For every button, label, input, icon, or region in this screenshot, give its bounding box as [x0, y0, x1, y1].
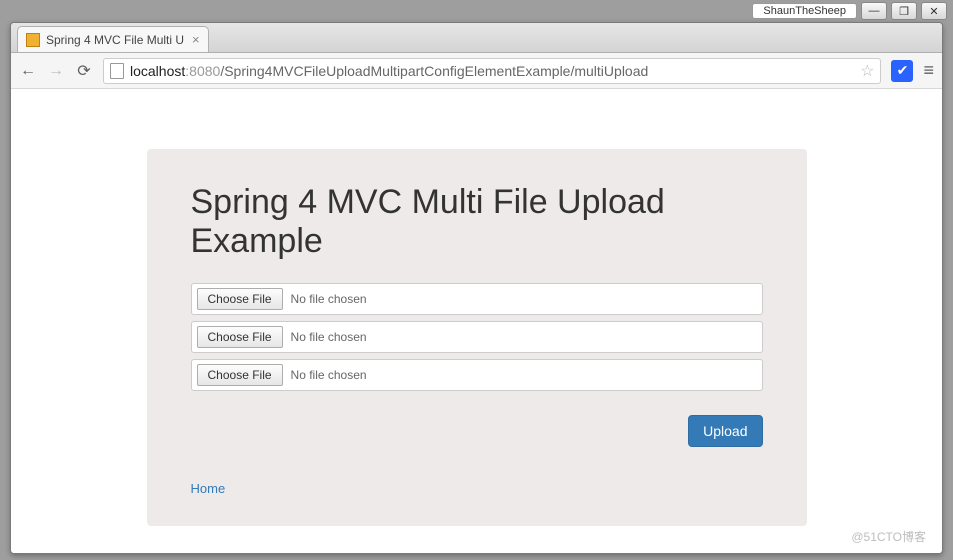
os-app-name: ShaunTheSheep	[752, 3, 857, 19]
viewport: Spring 4 MVC Multi File Upload Example C…	[11, 89, 942, 553]
page-icon	[110, 63, 124, 79]
address-bar[interactable]: localhost:8080/Spring4MVCFileUploadMulti…	[103, 58, 881, 84]
browser-tab[interactable]: Spring 4 MVC File Multi U ×	[17, 26, 209, 52]
bookmark-star-icon[interactable]: ☆	[860, 61, 874, 81]
browser-toolbar: ← → ⟳ localhost:8080/Spring4MVCFileUploa…	[11, 53, 942, 89]
footer-links: Home	[191, 481, 763, 496]
file-input-row: Choose File No file chosen	[191, 359, 763, 391]
upload-button[interactable]: Upload	[688, 415, 762, 447]
url-host: localhost	[130, 63, 185, 79]
os-titlebar: ShaunTheSheep — ❐ ✕	[752, 2, 947, 20]
favicon-icon	[26, 33, 40, 47]
extension-badge[interactable]: ✔	[891, 60, 913, 82]
url-path: /Spring4MVCFileUploadMultipartConfigElem…	[220, 63, 648, 79]
browser-window: Spring 4 MVC File Multi U × ← → ⟳ localh…	[10, 22, 943, 554]
choose-file-button[interactable]: Choose File	[197, 326, 283, 348]
url-port: :8080	[185, 63, 220, 79]
file-status-label: No file chosen	[291, 330, 367, 344]
file-status-label: No file chosen	[291, 292, 367, 306]
forward-button[interactable]: →	[47, 62, 65, 80]
reload-button[interactable]: ⟳	[75, 61, 93, 81]
choose-file-button[interactable]: Choose File	[197, 364, 283, 386]
choose-file-button[interactable]: Choose File	[197, 288, 283, 310]
file-status-label: No file chosen	[291, 368, 367, 382]
page-heading: Spring 4 MVC Multi File Upload Example	[191, 183, 763, 261]
menu-button[interactable]: ≡	[923, 60, 934, 81]
maximize-button[interactable]: ❐	[891, 2, 917, 20]
tab-close-icon[interactable]: ×	[192, 32, 200, 47]
home-link[interactable]: Home	[191, 481, 226, 496]
file-input-row: Choose File No file chosen	[191, 321, 763, 353]
back-button[interactable]: ←	[19, 62, 37, 80]
file-input-row: Choose File No file chosen	[191, 283, 763, 315]
form-actions: Upload	[191, 415, 763, 447]
close-window-button[interactable]: ✕	[921, 2, 947, 20]
tab-title: Spring 4 MVC File Multi U	[46, 33, 186, 47]
minimize-button[interactable]: —	[861, 2, 887, 20]
tab-strip: Spring 4 MVC File Multi U ×	[11, 23, 942, 53]
content-panel: Spring 4 MVC Multi File Upload Example C…	[147, 149, 807, 526]
watermark-label: @51CTO博客	[851, 528, 926, 545]
